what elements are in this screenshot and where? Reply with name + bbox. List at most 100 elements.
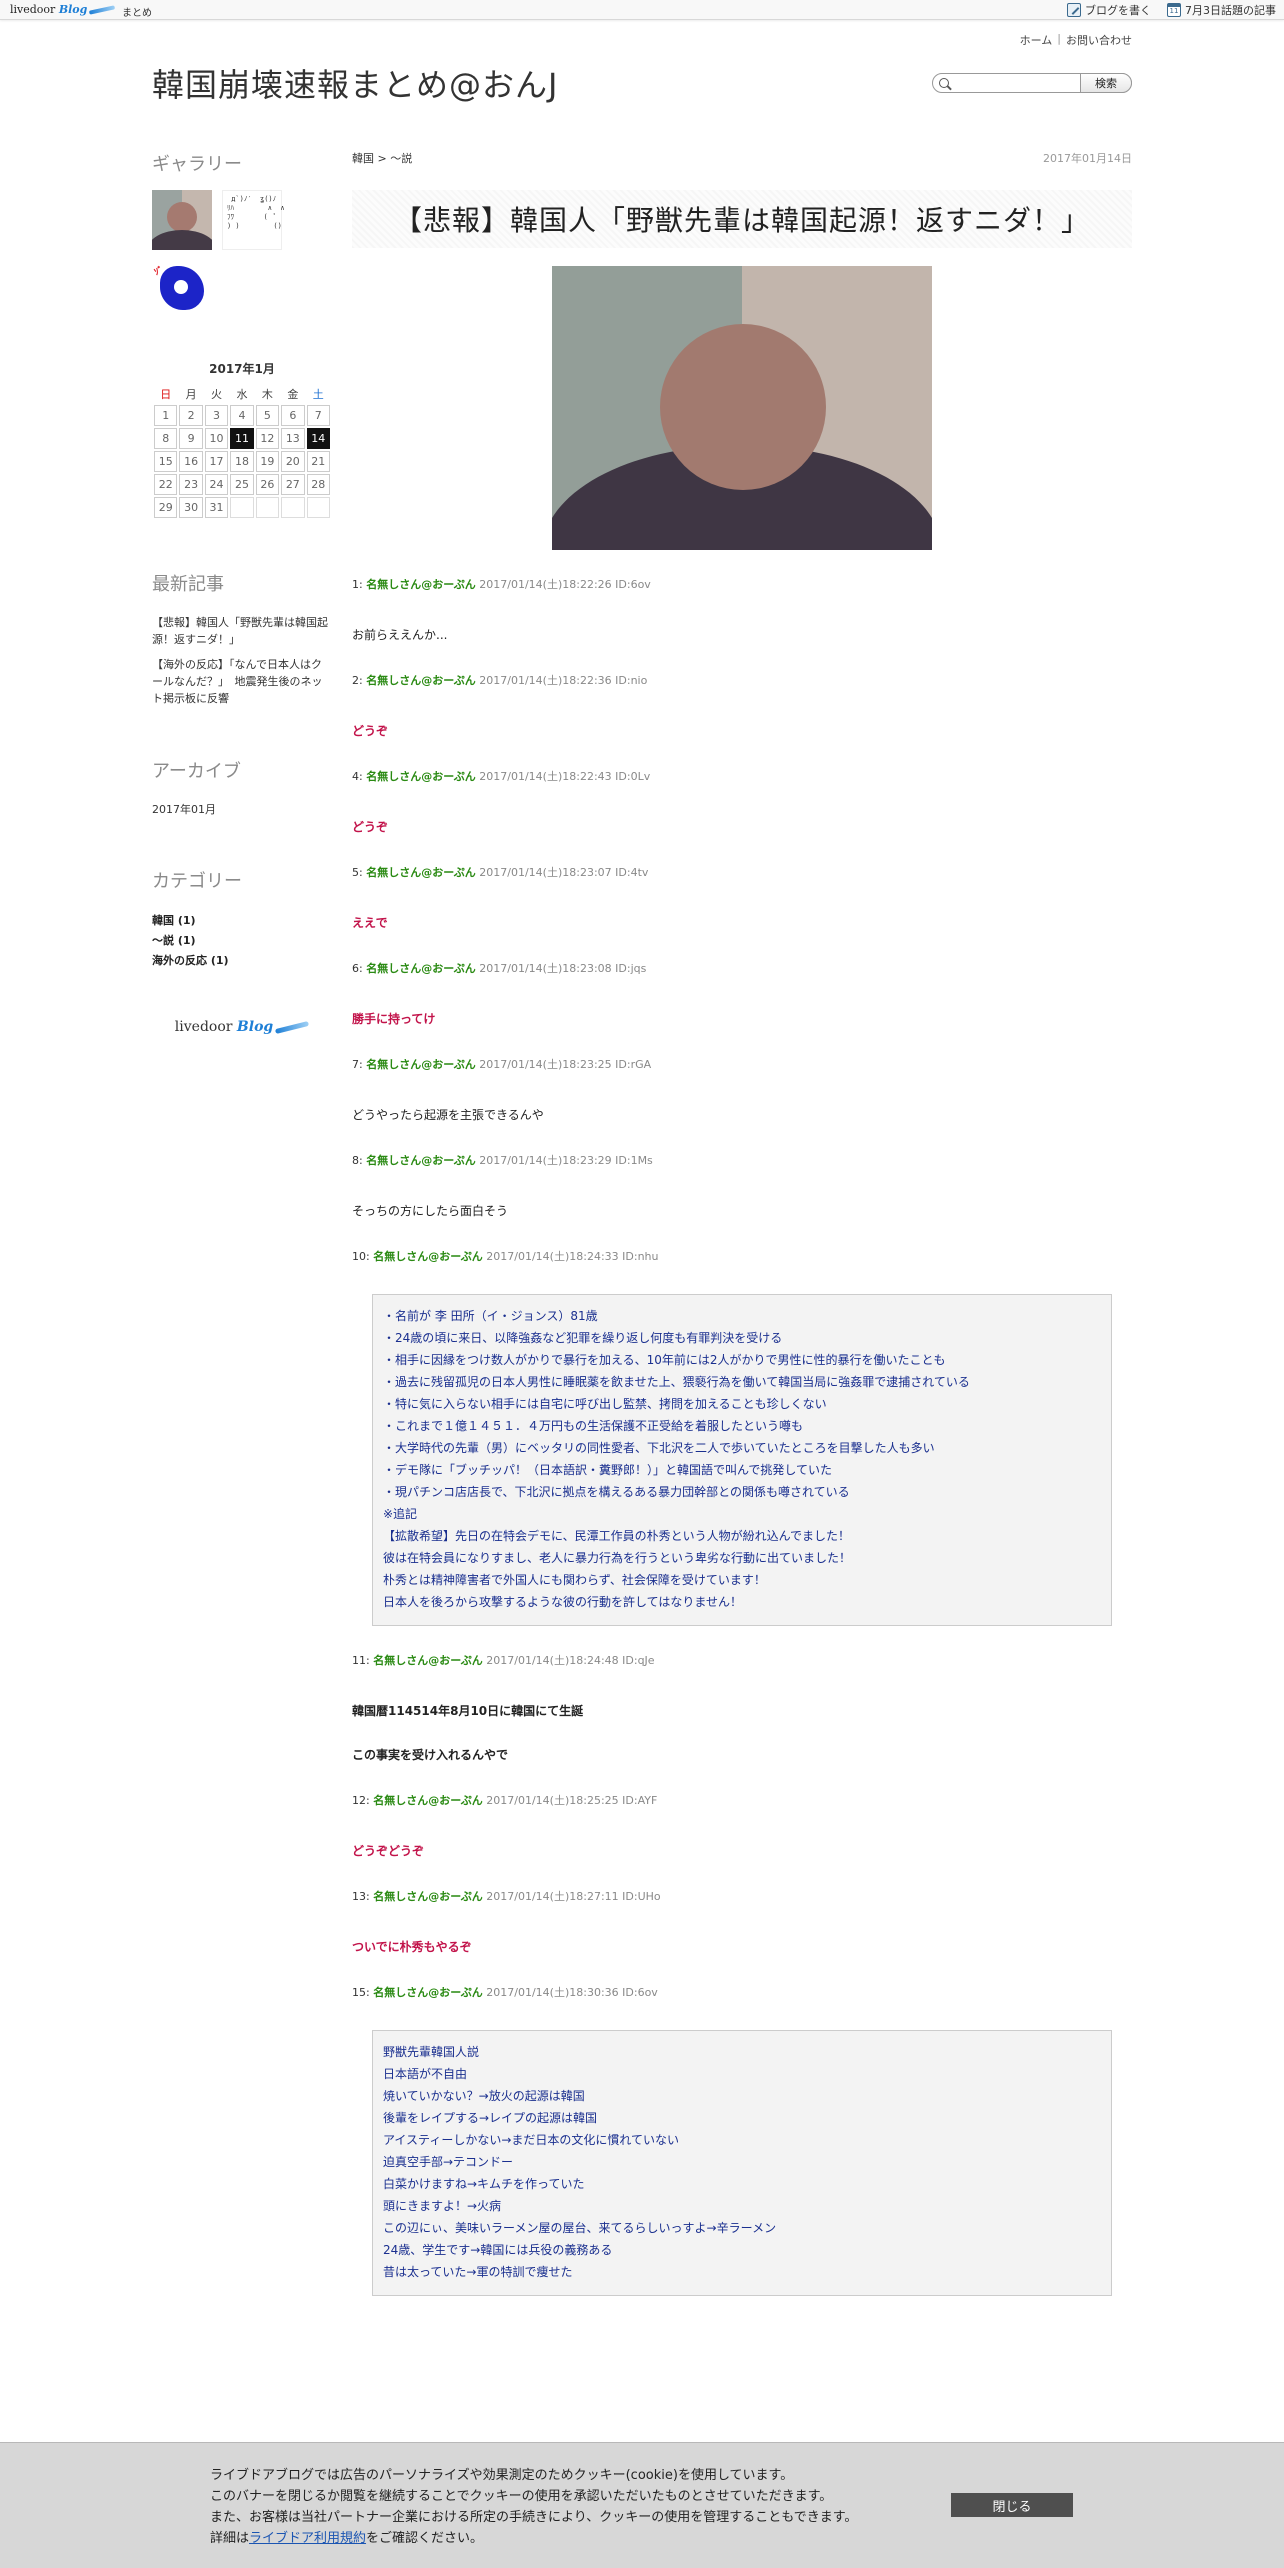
comment-meta: 2017/01/14(土)18:23:08 ID:jqs: [475, 962, 647, 975]
calendar-day: 21: [306, 451, 330, 472]
gallery-thumb-portrait[interactable]: [152, 190, 212, 250]
comment-header: 5: 名無しさん@おーぷん 2017/01/14(土)18:23:07 ID:4…: [352, 866, 649, 879]
comment-header: 11: 名無しさん@おーぷん 2017/01/14(土)18:24:48 ID:…: [352, 1654, 655, 1667]
quote-line: 昔は太っていた→軍の特訓で痩せた: [383, 2265, 573, 2279]
site-title[interactable]: 韓国崩壊速報まとめ@おんJ: [152, 60, 558, 106]
archive: アーカイブ 2017年01月: [152, 757, 332, 817]
quote-line: 野獣先輩韓国人説: [383, 2045, 480, 2059]
quote-line: 頭にきますよ！→火病: [383, 2199, 502, 2213]
quote-line: ・大学時代の先輩（男）にベッタリの同性愛者、下北沢を二人で歩いていたところを目撃…: [383, 1441, 935, 1455]
quote-line: ・現パチンコ店店長で、下北沢に拠点を構えるある暴力団幹部との関係も噂されている: [383, 1485, 850, 1499]
article-title[interactable]: 【悲報】韓国人「野獣先輩は韓国起源！返すニダ！」: [352, 190, 1132, 248]
calendar-icon: 11: [1167, 3, 1181, 17]
home-link[interactable]: ホーム: [1020, 32, 1053, 48]
calendar-day: 16: [179, 451, 203, 472]
comment-body: ええで: [352, 916, 388, 930]
quote-block: 野獣先輩韓国人説 日本語が不自由 焼いていかない？→放火の起源は韓国 後輩をレイプする…: [372, 2030, 1112, 2296]
comment-body: そっちの方にしたら面白そう: [352, 1204, 509, 1218]
trending-link[interactable]: 11 7月3日話題の記事: [1167, 2, 1276, 18]
calendar-day: 15: [154, 451, 178, 472]
breadcrumb[interactable]: 韓国 > 〜説: [352, 150, 1132, 166]
quote-block: ・名前が 李 田所（イ・ジョンス）81歳 ・24歳の頃に来日、以降強姦など犯罪を繰…: [372, 1294, 1112, 1626]
comment-author: 名無しさん@おーぷん: [373, 1890, 483, 1903]
article-image: [552, 266, 932, 550]
calendar-day: 1: [154, 405, 178, 426]
calendar-empty-cell: [255, 497, 280, 518]
top-bar: livedoor Blog まとめ ブログを書く 11 7月3日話題の記事: [0, 0, 1284, 20]
calendar-day: 7: [306, 405, 330, 426]
calendar-day: 24: [204, 474, 229, 495]
comment-header: 15: 名無しさん@おーぷん 2017/01/14(土)18:30:36 ID:…: [352, 1986, 658, 1999]
archive-heading: アーカイブ: [152, 761, 241, 782]
search-input[interactable]: [953, 76, 1063, 90]
quote-line: 24歳、学生です→韓国には兵役の義務ある: [383, 2243, 613, 2257]
quote-line: 朴秀とは精神障害者で外国人にも関わらず、社会保障を受けています！: [383, 1573, 766, 1587]
calendar-day[interactable]: 11: [230, 428, 254, 449]
category-link[interactable]: 海外の反応 (1): [152, 951, 332, 971]
comment-meta: 2017/01/14(土)18:25:25 ID:AYF: [482, 1794, 658, 1807]
quote-line: 焼いていかない？→放火の起源は韓国: [383, 2089, 585, 2103]
gallery: д`)ﾉ′ ʓ()ﾉ ﾘﾊ ∧ ∧ ﾌﾜ ( ﾟ ) ) () ｿﾞ: [152, 190, 332, 330]
recent-article-link[interactable]: 【悲報】韓国人「野獣先輩は韓国起源！返すニダ！」: [152, 614, 332, 648]
calendar-day: 3: [204, 405, 229, 426]
comment: 7: 名無しさん@おーぷん 2017/01/14(土)18:23:25 ID:r…: [352, 1056, 1132, 1126]
comment-header: 4: 名無しさん@おーぷん 2017/01/14(土)18:22:43 ID:0…: [352, 770, 651, 783]
calendar-day: 17: [204, 451, 229, 472]
header-links: ホーム | お問い合わせ: [1020, 32, 1132, 48]
calendar-day: 29: [154, 497, 178, 518]
calendar-weekday: 土: [312, 388, 324, 401]
calendar-day[interactable]: 14: [306, 428, 330, 449]
quote-line: ・相手に因縁をつけ数人がかりで暴行を加える、10年前には2人がかりで男性に性的暴…: [383, 1353, 946, 1367]
recent-article-link[interactable]: 【海外の反応】「なんで日本人はクールなんだ？」 地震発生後のネット掲示板に反響: [152, 656, 332, 707]
comment-15: 15: 名無しさん@おーぷん 2017/01/14(土)18:30:36 ID:…: [352, 1984, 1132, 2296]
search-button[interactable]: 検索: [1080, 73, 1132, 93]
gallery-thumb-ascii[interactable]: д`)ﾉ′ ʓ()ﾉ ﾘﾊ ∧ ∧ ﾌﾜ ( ﾟ ) ) (): [222, 190, 285, 250]
comment-meta: 2017/01/14(土)18:23:29 ID:1Ms: [475, 1154, 653, 1167]
calendar-day: 9: [179, 428, 203, 449]
comment-author: 名無しさん@おーぷん: [373, 1654, 483, 1667]
livedoor-blog-footer-logo[interactable]: livedoor Blog: [152, 1019, 332, 1035]
quote-line: アイスティーしかない→まだ日本の文化に慣れていない: [383, 2133, 680, 2147]
write-blog-link[interactable]: ブログを書く: [1067, 2, 1151, 18]
quote-line: ※追記: [383, 1507, 418, 1521]
gallery-thumb-illustration[interactable]: ｿﾞ: [152, 260, 212, 320]
calendar-day: 31: [204, 497, 229, 518]
comment-author: 名無しさん@おーぷん: [366, 770, 476, 783]
calendar-day: 5: [255, 405, 280, 426]
contact-link[interactable]: お問い合わせ: [1066, 32, 1132, 48]
comment: 8: 名無しさん@おーぷん 2017/01/14(土)18:23:29 ID:1…: [352, 1152, 1132, 1222]
comment-body: ついでに朴秀もやるぞ: [352, 1940, 472, 1954]
calendar-day: 2: [179, 405, 203, 426]
comment-author: 名無しさん@おーぷん: [366, 1058, 476, 1071]
calendar-day: 27: [281, 474, 305, 495]
comment-body: お前らええんか...: [352, 628, 448, 642]
calendar-empty-cell: [230, 497, 254, 518]
header-separator: |: [1057, 32, 1061, 45]
calendar-day: 22: [154, 474, 178, 495]
quote-line: ・特に気に入らない相手には自宅に呼び出し監禁、拷問を加えることも珍しくない: [383, 1397, 827, 1411]
calendar-day: 19: [255, 451, 280, 472]
calendar-day: 20: [281, 451, 305, 472]
comment-header: 10: 名無しさん@おーぷん 2017/01/14(土)18:24:33 ID:…: [352, 1250, 659, 1263]
comment-body: どうぞ: [352, 724, 389, 738]
quote-line: ・24歳の頃に来日、以降強姦など犯罪を繰り返し何度も有罪判決を受ける: [383, 1331, 783, 1345]
matome-link[interactable]: まとめ: [122, 4, 152, 19]
comment-author: 名無しさん@おーぷん: [366, 866, 476, 879]
calendar-day: 13: [281, 428, 305, 449]
cookie-close-button[interactable]: 閉じる: [951, 2493, 1073, 2517]
calendar-title: 2017年1月: [209, 362, 275, 376]
quote-line: 迫真空手部→テコンドー: [383, 2155, 514, 2169]
calendar-weekday: 木: [261, 388, 273, 401]
recent-heading: 最新記事: [152, 574, 224, 595]
cookie-banner: ライブドアブログでは広告のパーソナライズや効果測定のためクッキー(cookie)…: [0, 2442, 1284, 2568]
comment: 4: 名無しさん@おーぷん 2017/01/14(土)18:22:43 ID:0…: [352, 768, 1132, 838]
terms-link[interactable]: ライブドア利用規約: [249, 2531, 366, 2546]
quote-line: 日本語が不自由: [383, 2067, 468, 2081]
archive-link[interactable]: 2017年01月: [152, 801, 332, 817]
livedoor-blog-logo[interactable]: livedoor Blog: [10, 3, 116, 16]
category-link[interactable]: 韓国 (1): [152, 911, 332, 931]
calendar-day: 6: [281, 405, 305, 426]
category-link[interactable]: 〜説 (1): [152, 931, 332, 951]
calendar-weekday: 火: [211, 388, 223, 401]
comment-body: どうぞどうぞ: [352, 1844, 425, 1858]
